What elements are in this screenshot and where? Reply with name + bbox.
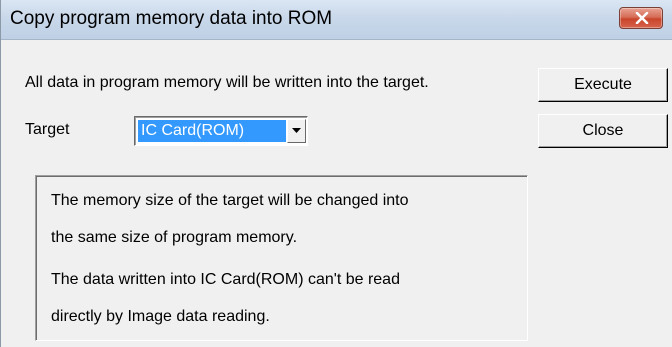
note-line-3: The data written into IC Card(ROM) can't…	[51, 271, 400, 288]
note-line-4: directly by Image data reading.	[51, 308, 270, 325]
info-message: All data in program memory will be writt…	[25, 74, 429, 91]
window-close-button[interactable]	[619, 7, 663, 29]
note-line-2: the same size of program memory.	[51, 229, 298, 246]
target-dropdown-value[interactable]: IC Card(ROM)	[138, 120, 286, 142]
title-bar[interactable]: Copy program memory data into ROM	[1, 0, 672, 40]
dropdown-arrow-button[interactable]	[287, 119, 306, 143]
close-button[interactable]: Close	[538, 114, 668, 148]
close-icon	[635, 12, 649, 24]
target-dropdown[interactable]: IC Card(ROM)	[134, 116, 308, 146]
note-line-1: The memory size of the target will be ch…	[51, 192, 409, 209]
dialog-window: Copy program memory data into ROM All da…	[0, 0, 672, 347]
target-dropdown-frame: IC Card(ROM)	[135, 117, 307, 145]
execute-button[interactable]: Execute	[538, 68, 668, 102]
target-label: Target	[25, 121, 70, 138]
note-groupbox: The memory size of the target will be ch…	[35, 175, 528, 341]
window-title: Copy program memory data into ROM	[10, 8, 333, 29]
chevron-down-icon	[292, 128, 301, 133]
